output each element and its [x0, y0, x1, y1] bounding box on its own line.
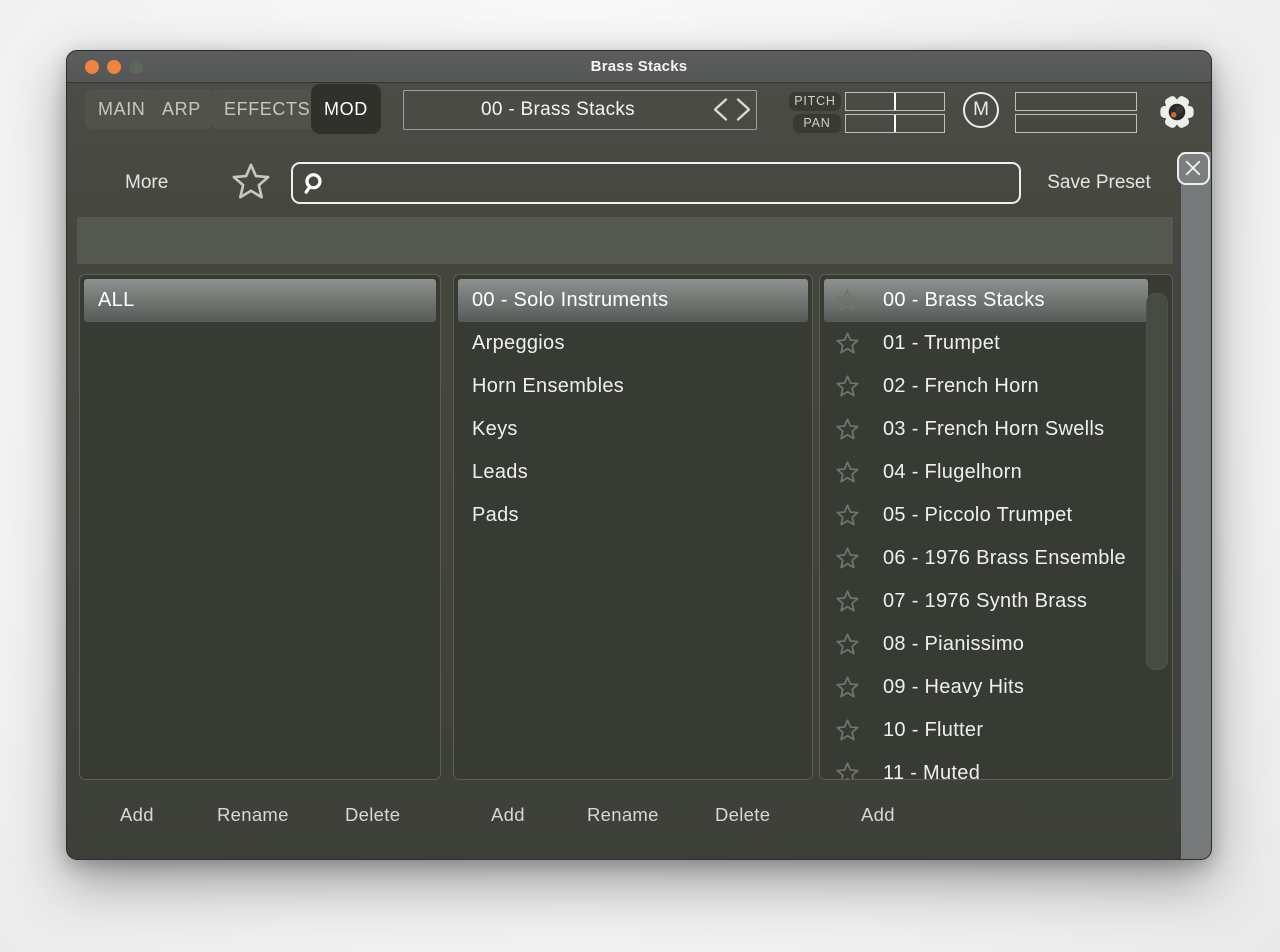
- pitch-slider-handle[interactable]: [894, 93, 896, 110]
- tab-arp[interactable]: ARP: [149, 89, 214, 129]
- level-meter-top: [1015, 92, 1137, 111]
- preset-item[interactable]: 09 - Heavy Hits: [824, 666, 1146, 709]
- favorite-star-icon[interactable]: [835, 546, 860, 571]
- preset-prev-next[interactable]: [710, 96, 754, 123]
- favorite-star-icon[interactable]: [835, 288, 860, 313]
- right-edge-strip: [1181, 152, 1211, 859]
- level-meter-bottom: [1015, 114, 1137, 133]
- close-icon: [1183, 158, 1203, 178]
- preset-item-selected[interactable]: 00 - Brass Stacks: [824, 279, 1148, 322]
- preset-item[interactable]: 06 - 1976 Brass Ensemble: [824, 537, 1146, 580]
- preset-item[interactable]: 07 - 1976 Synth Brass: [824, 580, 1146, 623]
- pitch-slider[interactable]: [845, 92, 945, 111]
- favorites-filter-button[interactable]: [230, 161, 272, 203]
- favorite-star-icon[interactable]: [835, 331, 860, 356]
- category-add-button[interactable]: Add: [491, 804, 525, 826]
- favorite-star-icon[interactable]: [835, 589, 860, 614]
- favorite-star-icon[interactable]: [835, 503, 860, 528]
- bank-list-panel: ALL: [79, 274, 441, 780]
- plugin-content: MAIN ARP EFFECTS MOD 00 - Brass Stacks P…: [67, 83, 1211, 859]
- star-icon: [230, 161, 272, 203]
- preset-name: 00 - Brass Stacks: [404, 91, 712, 129]
- category-rename-button[interactable]: Rename: [587, 804, 659, 826]
- chevron-left-right-icon: [710, 96, 754, 123]
- pan-slider[interactable]: [845, 114, 945, 133]
- favorite-star-icon[interactable]: [835, 460, 860, 485]
- favorite-star-icon[interactable]: [835, 761, 860, 780]
- favorite-star-icon[interactable]: [835, 632, 860, 657]
- bank-item-selected[interactable]: ALL: [84, 279, 436, 322]
- more-button[interactable]: More: [125, 172, 168, 194]
- preset-add-button[interactable]: Add: [861, 804, 895, 826]
- bank-rename-button[interactable]: Rename: [217, 804, 289, 826]
- pitch-label: PITCH: [789, 92, 841, 111]
- preset-item[interactable]: 08 - Pianissimo: [824, 623, 1146, 666]
- search-input[interactable]: [333, 166, 1015, 200]
- favorite-star-icon[interactable]: [835, 675, 860, 700]
- bank-delete-button[interactable]: Delete: [345, 804, 400, 826]
- preset-list-scrollbar[interactable]: [1146, 293, 1168, 670]
- plugin-window: Brass Stacks MAIN ARP EFFECTS MOD 00 - B…: [66, 50, 1212, 860]
- preset-item[interactable]: 04 - Flugelhorn: [824, 451, 1146, 494]
- preset-item[interactable]: 03 - French Horn Swells: [824, 408, 1146, 451]
- tag-filter-strip[interactable]: [77, 217, 1173, 264]
- preset-item[interactable]: 10 - Flutter: [824, 709, 1146, 752]
- search-icon: [301, 171, 327, 197]
- preset-list-panel: 00 - Brass Stacks 01 - Trumpet 02 - Fren…: [819, 274, 1173, 780]
- category-delete-button[interactable]: Delete: [715, 804, 770, 826]
- settings-button[interactable]: [1153, 88, 1201, 136]
- bank-add-button[interactable]: Add: [120, 804, 154, 826]
- favorite-star-icon[interactable]: [835, 374, 860, 399]
- pan-slider-handle[interactable]: [894, 115, 896, 132]
- category-item[interactable]: Keys: [458, 408, 808, 451]
- preset-item[interactable]: 11 - Muted: [824, 752, 1146, 780]
- category-list-panel: 00 - Solo Instruments Arpeggios Horn Ens…: [453, 274, 813, 780]
- favorite-star-icon[interactable]: [835, 718, 860, 743]
- preset-item[interactable]: 02 - French Horn: [824, 365, 1146, 408]
- window-title: Brass Stacks: [67, 51, 1211, 82]
- gear-icon: [1153, 88, 1201, 136]
- preset-item[interactable]: 01 - Trumpet: [824, 322, 1146, 365]
- search-box: [291, 162, 1021, 204]
- tab-mod[interactable]: MOD: [311, 84, 381, 134]
- category-item[interactable]: Pads: [458, 494, 808, 537]
- category-item[interactable]: Horn Ensembles: [458, 365, 808, 408]
- category-item[interactable]: Arpeggios: [458, 322, 808, 365]
- tab-effects[interactable]: EFFECTS: [211, 89, 323, 129]
- favorite-star-icon[interactable]: [835, 417, 860, 442]
- category-item-selected[interactable]: 00 - Solo Instruments: [458, 279, 808, 322]
- desktop: { "window": { "title": "Brass Stacks" },…: [0, 0, 1280, 952]
- tab-main[interactable]: MAIN: [85, 89, 158, 129]
- preset-item[interactable]: 05 - Piccolo Trumpet: [824, 494, 1146, 537]
- mono-button[interactable]: M: [963, 92, 999, 128]
- preset-display[interactable]: 00 - Brass Stacks: [403, 90, 757, 130]
- close-browser-button[interactable]: [1177, 152, 1210, 185]
- save-preset-button[interactable]: Save Preset: [1029, 172, 1169, 194]
- titlebar: Brass Stacks: [67, 51, 1211, 83]
- category-item[interactable]: Leads: [458, 451, 808, 494]
- pan-label: PAN: [793, 114, 841, 133]
